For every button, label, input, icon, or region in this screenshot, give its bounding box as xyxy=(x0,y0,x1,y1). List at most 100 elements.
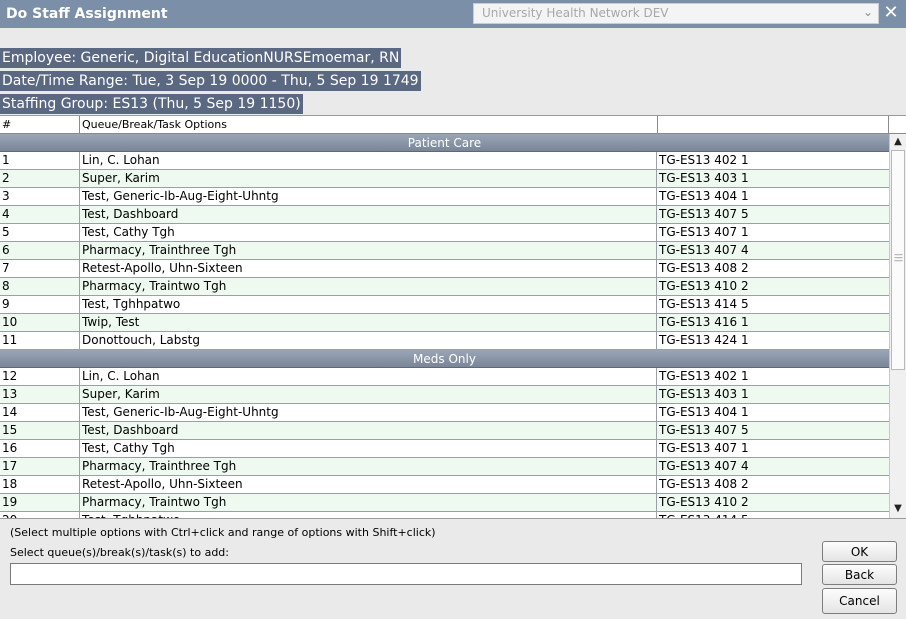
table-body: Patient Care 1 Lin, C. Lohan TG-ES13 402 12… xyxy=(0,134,889,518)
table-row[interactable]: 8 Pharmacy, Traintwo Tgh TG-ES13 410 2 xyxy=(0,278,889,296)
row-code: TG-ES13 403 1 xyxy=(659,387,749,401)
table-row[interactable]: 11 Donottouch, Labstg TG-ES13 424 1 xyxy=(0,332,889,350)
row-code: TG-ES13 407 5 xyxy=(659,423,749,437)
table-row[interactable]: 13 Super, Karim TG-ES13 403 1 xyxy=(0,386,889,404)
row-name: Pharmacy, Trainthree Tgh xyxy=(80,242,657,259)
row-name: Pharmacy, Traintwo Tgh xyxy=(80,278,657,295)
table-row[interactable]: 3 Test, Generic-Ib-Aug-Eight-Uhntg TG-ES13… xyxy=(0,188,889,206)
row-code: TG-ES13 410 2 xyxy=(659,495,749,509)
row-number: 2 xyxy=(0,170,80,187)
row-name: Super, Karim xyxy=(80,386,657,403)
chevron-down-icon: ⌄ xyxy=(862,5,873,19)
table-row[interactable]: 9 Test, Tghhpatwo TG-ES13 414 5 xyxy=(0,296,889,314)
group-header-row: Meds Only xyxy=(0,350,889,368)
table-row[interactable]: 15 Test, Dashboard TG-ES13 407 5 xyxy=(0,422,889,440)
title-bar: Do Staff Assignment University Health Ne… xyxy=(0,0,906,28)
row-code: TG-ES13 407 4 xyxy=(659,243,749,257)
row-name: Donottouch, Labstg xyxy=(80,332,657,349)
row-name: Pharmacy, Traintwo Tgh xyxy=(80,494,657,511)
staffing-group-label: Staffing Group: ES13 (Thu, 5 Sep 19 1150… xyxy=(0,94,303,114)
table-row[interactable]: 5 Test, Cathy Tgh TG-ES13 407 1 xyxy=(0,224,889,242)
row-name: Test, Tghhpatwo xyxy=(80,296,657,313)
cancel-button[interactable]: Cancel xyxy=(822,588,897,614)
row-number: 7 xyxy=(0,260,80,277)
row-number: 20 xyxy=(0,512,80,518)
row-number: 14 xyxy=(0,404,80,421)
row-number: 13 xyxy=(0,386,80,403)
table-row[interactable]: 2 Super, Karim TG-ES13 403 1 xyxy=(0,170,889,188)
table-row[interactable]: 12 Lin, C. Lohan TG-ES13 402 1 xyxy=(0,368,889,386)
row-number: 11 xyxy=(0,332,80,349)
table-row[interactable]: 10 Twip, Test TG-ES13 416 1 xyxy=(0,314,889,332)
row-name: Test, Tghhpatwo xyxy=(80,512,657,518)
table-row[interactable]: 14 Test, Generic-Ib-Aug-Eight-Uhntg TG-ES1… xyxy=(0,404,889,422)
row-code: TG-ES13 408 2 xyxy=(659,261,749,275)
column-header-number[interactable]: # xyxy=(0,116,80,134)
row-name: Test, Generic-Ib-Aug-Eight-Uhntg xyxy=(80,188,657,205)
row-code: TG-ES13 407 1 xyxy=(659,441,749,455)
table-row[interactable]: 6 Pharmacy, Trainthree Tgh TG-ES13 407 4 xyxy=(0,242,889,260)
environment-select[interactable]: University Health Network DEV ⌄ xyxy=(473,3,879,24)
row-number: 10 xyxy=(0,314,80,331)
row-code: TG-ES13 407 5 xyxy=(659,207,749,221)
row-name: Lin, C. Lohan xyxy=(80,368,657,385)
row-code: TG-ES13 402 1 xyxy=(659,369,749,383)
row-code: TG-ES13 407 1 xyxy=(659,225,749,239)
row-name: Test, Dashboard xyxy=(80,206,657,223)
row-number: 16 xyxy=(0,440,80,457)
scroll-up-icon[interactable]: ▲ xyxy=(891,135,905,149)
back-button[interactable]: Back xyxy=(822,564,897,585)
row-number: 5 xyxy=(0,224,80,241)
table-row[interactable]: 7 Retest-Apollo, Uhn-Sixteen TG-ES13 408 2 xyxy=(0,260,889,278)
row-code: TG-ES13 414 5 xyxy=(657,512,889,518)
row-code: TG-ES13 408 2 xyxy=(659,477,749,491)
column-header-options[interactable]: Queue/Break/Task Options xyxy=(80,116,658,134)
selection-input[interactable] xyxy=(10,563,802,585)
options-table: # Queue/Break/Task Options Patient Care 1… xyxy=(0,115,906,519)
table-header: # Queue/Break/Task Options xyxy=(0,116,906,134)
row-number: 15 xyxy=(0,422,80,439)
row-number: 17 xyxy=(0,458,80,475)
row-name: Pharmacy, Trainthree Tgh xyxy=(80,458,657,475)
vertical-scrollbar[interactable]: ▲ — — — ▼ xyxy=(889,134,906,518)
row-code: TG-ES13 414 5 xyxy=(659,297,749,311)
row-code: TG-ES13 416 1 xyxy=(659,315,749,329)
date-range-label: Date/Time Range: Tue, 3 Sep 19 0000 - Th… xyxy=(0,71,421,91)
row-name: Test, Dashboard xyxy=(80,422,657,439)
row-name: Super, Karim xyxy=(80,170,657,187)
row-name: Twip, Test xyxy=(80,314,657,331)
row-code: TG-ES13 407 4 xyxy=(659,459,749,473)
ok-button[interactable]: OK xyxy=(822,541,897,562)
selection-prompt: Select queue(s)/break(s)/task(s) to add: xyxy=(10,546,229,559)
table-row[interactable]: 16 Test, Cathy Tgh TG-ES13 407 1 xyxy=(0,440,889,458)
table-row[interactable]: 17 Pharmacy, Trainthree Tgh TG-ES13 407 4 xyxy=(0,458,889,476)
row-name: Retest-Apollo, Uhn-Sixteen xyxy=(80,476,657,493)
grip-icon: — — — xyxy=(894,250,903,266)
environment-select-value: University Health Network DEV xyxy=(482,6,669,20)
table-row[interactable]: 20Test, TghhpatwoTG-ES13 414 5 xyxy=(0,512,889,518)
column-header-code[interactable] xyxy=(658,116,889,134)
row-code: TG-ES13 402 1 xyxy=(659,153,749,167)
close-button[interactable]: ✕ xyxy=(880,2,902,24)
table-row[interactable]: 19 Pharmacy, Traintwo Tgh TG-ES13 410 2 xyxy=(0,494,889,512)
window-title: Do Staff Assignment xyxy=(6,6,168,22)
selection-hint: (Select multiple options with Ctrl+click… xyxy=(10,526,436,539)
row-number: 6 xyxy=(0,242,80,259)
employee-label: Employee: Generic, Digital EducationNURS… xyxy=(0,48,402,68)
table-row[interactable]: 1 Lin, C. Lohan TG-ES13 402 1 xyxy=(0,152,889,170)
table-row[interactable]: 18 Retest-Apollo, Uhn-Sixteen TG-ES13 408 … xyxy=(0,476,889,494)
row-name: Test, Cathy Tgh xyxy=(80,224,657,241)
row-code: TG-ES13 404 1 xyxy=(659,405,749,419)
row-name: Retest-Apollo, Uhn-Sixteen xyxy=(80,260,657,277)
row-number: 18 xyxy=(0,476,80,493)
row-number: 19 xyxy=(0,494,80,511)
row-code: TG-ES13 410 2 xyxy=(659,279,749,293)
scroll-down-icon[interactable]: ▼ xyxy=(891,502,905,516)
scrollbar-thumb[interactable]: — — — xyxy=(891,150,905,370)
row-number: 3 xyxy=(0,188,80,205)
row-code: TG-ES13 424 1 xyxy=(659,333,749,347)
row-number: 4 xyxy=(0,206,80,223)
table-row[interactable]: 4 Test, Dashboard TG-ES13 407 5 xyxy=(0,206,889,224)
row-number: 1 xyxy=(0,152,80,169)
row-name: Test, Generic-Ib-Aug-Eight-Uhntg xyxy=(80,404,657,421)
